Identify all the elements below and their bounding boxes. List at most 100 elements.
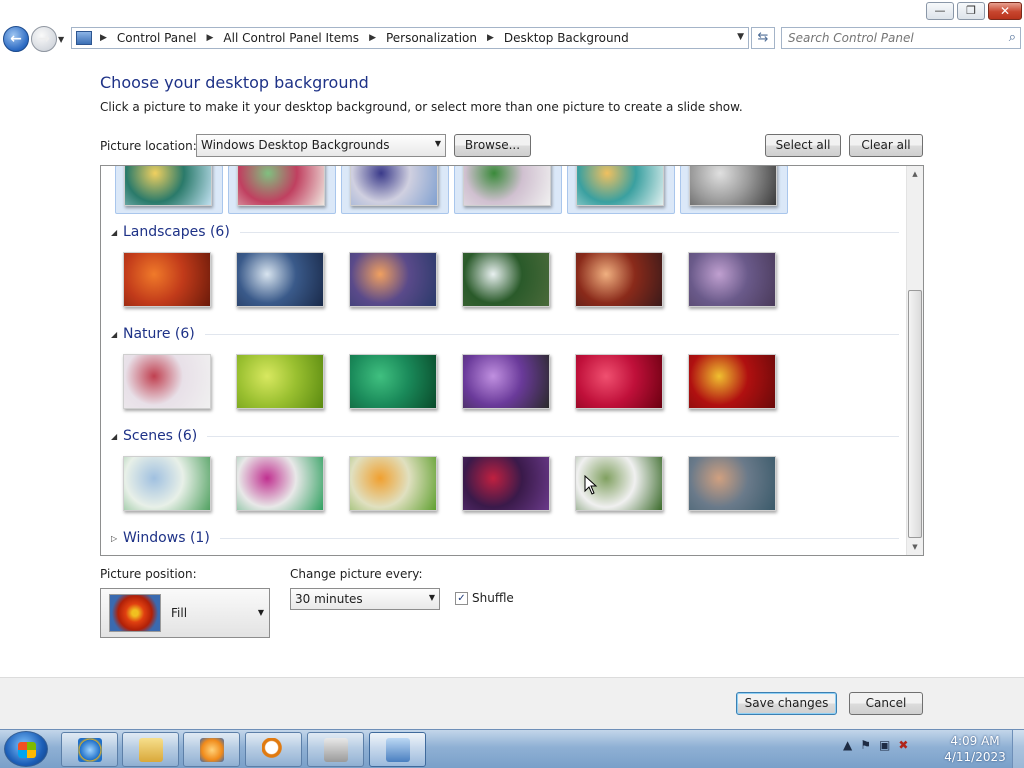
network-icon[interactable]: ▣: [879, 738, 890, 752]
gallery-group-header[interactable]: ◢ Landscapes (6): [111, 222, 899, 242]
expanded-triangle-icon[interactable]: ◢: [111, 330, 123, 339]
wallpaper-thumbnail[interactable]: [123, 456, 211, 511]
back-arrow-icon: ←: [10, 31, 22, 47]
breadcrumb-desktop-background[interactable]: Desktop Background: [504, 31, 629, 45]
wallpaper-thumbnail[interactable]: [349, 456, 437, 511]
forward-arrow-icon: →: [38, 31, 50, 47]
gallery-group-header[interactable]: ◢ Nature (6): [111, 324, 899, 344]
chevron-right-icon[interactable]: ▶: [207, 33, 214, 43]
taskbar: ▲ ⚑ ▣ ✖ 4:09 AM 4/11/2023: [0, 729, 1024, 768]
chevron-right-icon[interactable]: ▶: [100, 33, 107, 43]
wallpaper-thumbnail[interactable]: [462, 252, 550, 307]
scroll-down-icon[interactable]: ▼: [907, 539, 923, 555]
wallpaper-thumbnail[interactable]: [349, 252, 437, 307]
picture-position-select[interactable]: Fill ▼: [100, 588, 270, 638]
breadcrumb-control-panel[interactable]: Control Panel: [117, 31, 197, 45]
recent-pages-dropdown[interactable]: ▼: [58, 35, 64, 44]
change-interval-value: 30 minutes: [295, 592, 363, 606]
taskbar-printer-button[interactable]: [307, 732, 364, 767]
wallpaper-thumbnail[interactable]: [236, 456, 324, 511]
select-all-button[interactable]: Select all: [765, 134, 841, 157]
taskbar-search-button[interactable]: [245, 732, 302, 767]
back-button[interactable]: ←: [3, 26, 29, 52]
breadcrumb-all-items[interactable]: All Control Panel Items: [223, 31, 359, 45]
wallpaper-thumbnail-selected[interactable]: [115, 166, 223, 214]
wallpaper-image: [576, 166, 664, 206]
search-box[interactable]: ⌕: [781, 27, 1021, 49]
scrollbar-thumb[interactable]: [908, 290, 922, 538]
wallpaper-thumbnail[interactable]: [462, 456, 550, 511]
refresh-icon: ⇆: [757, 30, 769, 45]
change-interval-select[interactable]: 30 minutes ▼: [290, 588, 440, 610]
expanded-triangle-icon[interactable]: ◢: [111, 228, 123, 237]
wallpaper-thumbnail-selected[interactable]: [341, 166, 449, 214]
wallpaper-image: [689, 166, 777, 206]
clear-all-button[interactable]: Clear all: [849, 134, 923, 157]
folder-icon: [139, 738, 163, 762]
taskbar-media-player-button[interactable]: [183, 732, 240, 767]
chevron-down-icon[interactable]: ▼: [737, 32, 744, 42]
save-changes-button[interactable]: Save changes: [736, 692, 837, 715]
wallpaper-gallery[interactable]: ◢ Landscapes (6) ◢ Nature (6) ◢ Scenes (6) ▷ Wi…: [100, 165, 924, 556]
address-bar[interactable]: ▶ Control Panel ▶ All Control Panel Item…: [71, 27, 749, 49]
expanded-triangle-icon[interactable]: ◢: [111, 432, 123, 441]
collapsed-triangle-icon[interactable]: ▷: [111, 534, 123, 543]
wallpaper-thumbnail[interactable]: [575, 252, 663, 307]
search-icon[interactable]: ⌕: [1009, 30, 1016, 45]
position-preview-image: [109, 594, 161, 632]
picture-location-label: Picture location:: [100, 139, 197, 153]
shuffle-option[interactable]: ✓ Shuffle: [455, 591, 514, 605]
page-description: Click a picture to make it your desktop …: [100, 100, 743, 114]
start-button[interactable]: [4, 731, 48, 767]
wallpaper-thumbnail-selected[interactable]: [454, 166, 562, 214]
group-divider: [205, 334, 899, 335]
wallpaper-thumbnail[interactable]: [688, 456, 776, 511]
clock-time: 4:09 AM: [950, 734, 1000, 748]
main-content: Choose your desktop background Click a p…: [0, 55, 1024, 677]
refresh-button[interactable]: ⇆: [751, 27, 775, 49]
wallpaper-thumbnail[interactable]: [236, 354, 324, 409]
wallpaper-image: [237, 166, 325, 206]
scroll-up-icon[interactable]: ▲: [907, 166, 923, 182]
gallery-group-name: Landscapes (6): [123, 224, 230, 240]
volume-muted-icon[interactable]: ✖: [898, 738, 908, 752]
control-panel-icon: [76, 31, 92, 45]
picture-location-value: Windows Desktop Backgrounds: [201, 138, 390, 152]
taskbar-internet-explorer-button[interactable]: [61, 732, 118, 767]
wallpaper-thumbnail-selected[interactable]: [680, 166, 788, 214]
gallery-group-header[interactable]: ▷ Windows (1): [111, 528, 899, 548]
action-center-flag-icon[interactable]: ⚑: [860, 738, 871, 752]
chevron-right-icon[interactable]: ▶: [369, 33, 376, 43]
gallery-group-header[interactable]: ◢ Scenes (6): [111, 426, 899, 446]
search-input[interactable]: [788, 31, 993, 45]
wallpaper-thumbnail[interactable]: [575, 354, 663, 409]
wallpaper-thumbnail[interactable]: [123, 354, 211, 409]
cancel-button[interactable]: Cancel: [849, 692, 923, 715]
minimize-button[interactable]: —: [926, 2, 954, 20]
wallpaper-thumbnail[interactable]: [688, 354, 776, 409]
clock-date: 4/11/2023: [944, 750, 1006, 764]
chevron-right-icon[interactable]: ▶: [487, 33, 494, 43]
breadcrumb-personalization[interactable]: Personalization: [386, 31, 477, 45]
wallpaper-thumbnail[interactable]: [123, 252, 211, 307]
browse-button[interactable]: Browse...: [454, 134, 531, 157]
maximize-button[interactable]: ❐: [957, 2, 985, 20]
vertical-scrollbar[interactable]: ▲ ▼: [906, 166, 923, 555]
printer-icon: [324, 738, 348, 762]
wallpaper-thumbnail-selected[interactable]: [567, 166, 675, 214]
taskbar-windows-explorer-button[interactable]: [122, 732, 179, 767]
wallpaper-thumbnail-selected[interactable]: [228, 166, 336, 214]
shuffle-checkbox[interactable]: ✓: [455, 591, 468, 605]
wallpaper-thumbnail[interactable]: [462, 354, 550, 409]
forward-button[interactable]: →: [31, 26, 57, 52]
taskbar-control-panel-button[interactable]: [369, 732, 426, 767]
wallpaper-thumbnail[interactable]: [236, 252, 324, 307]
picture-location-select[interactable]: Windows Desktop Backgrounds ▼: [196, 134, 446, 157]
wallpaper-thumbnail[interactable]: [688, 252, 776, 307]
wallpaper-thumbnail[interactable]: [349, 354, 437, 409]
group-divider: [220, 538, 899, 539]
show-hidden-icons-icon[interactable]: ▲: [843, 738, 852, 752]
close-button[interactable]: ✕: [988, 2, 1022, 20]
show-desktop-button[interactable]: [1012, 730, 1024, 768]
system-clock[interactable]: 4:09 AM 4/11/2023: [940, 733, 1010, 765]
